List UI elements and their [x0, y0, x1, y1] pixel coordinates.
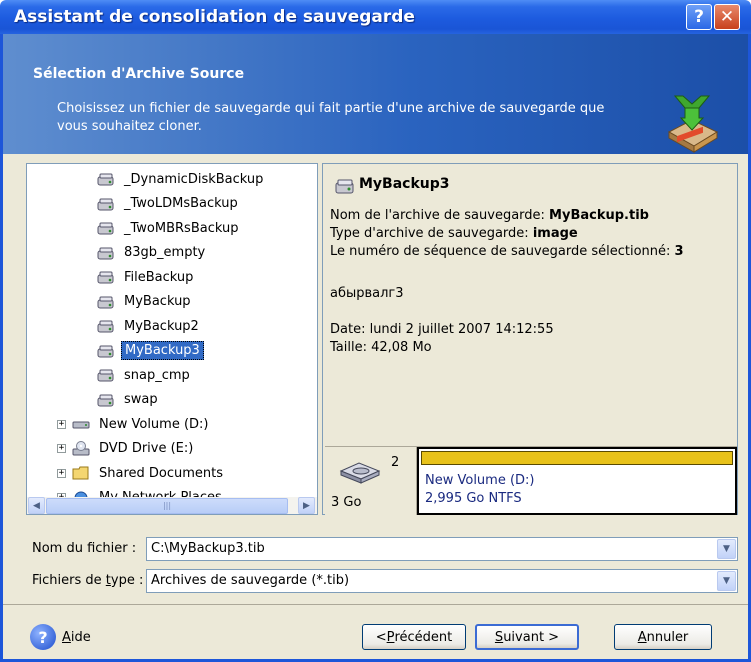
tree-item-label: 83gb_empty	[124, 245, 206, 260]
tree-item-label: DVD Drive (E:)	[99, 441, 194, 456]
tree-item[interactable]: FileBackup	[97, 267, 196, 287]
disk-map: 2 3 Go New Volume (D:) 2,995 Go NTFS	[325, 446, 737, 515]
selected-archive-title: MyBackup3	[359, 176, 450, 192]
tree-item-label: MyBackup3	[121, 341, 204, 360]
disk-number: 2	[391, 455, 400, 470]
cancel-button[interactable]: Annuler	[614, 624, 712, 650]
dvd-drive-icon	[72, 440, 90, 457]
tree-item-label: swap	[124, 392, 158, 407]
help-title-button[interactable]: ?	[686, 4, 712, 30]
archive-comment: абырвалг3	[330, 286, 404, 301]
help-icon[interactable]: ?	[30, 624, 56, 650]
backup-archive-icon	[97, 171, 115, 187]
partition-details: 2,995 Go NTFS	[425, 491, 522, 506]
drive-icon	[72, 416, 90, 432]
tree-item-label: MyBackup2	[124, 318, 199, 334]
tree-item[interactable]: MyBackup2	[97, 316, 202, 336]
filetype-value[interactable]: Archives de sauvegarde (*.tib)	[151, 573, 349, 588]
backup-archive-icon	[335, 179, 354, 194]
backup-archive-icon	[97, 318, 115, 334]
tree-item[interactable]: swap	[97, 390, 161, 410]
scroll-left-button[interactable]: ◀	[28, 497, 45, 514]
tree-item[interactable]: _DynamicDiskBackup	[97, 169, 266, 189]
expand-icon[interactable]: +	[57, 468, 66, 478]
backup-archive-icon	[97, 392, 115, 408]
tree-item[interactable]: MyBackup3	[97, 341, 204, 361]
tree-item[interactable]: + Shared Documents	[57, 463, 226, 483]
tree-item-label: FileBackup	[124, 269, 194, 285]
backup-archive-icon	[97, 220, 115, 236]
next-button[interactable]: Suivant >	[475, 624, 579, 650]
backup-archive-icon	[97, 367, 115, 383]
backup-archive-icon	[97, 269, 115, 285]
disk-size: 3 Go	[331, 495, 362, 510]
tree-item-label: MyBackup	[124, 294, 191, 309]
filename-value[interactable]: C:\MyBackup3.tib	[151, 541, 265, 556]
partition-usage-bar	[421, 451, 733, 465]
hard-disk-icon	[339, 462, 381, 484]
archive-name-line: Nom de l'archive de sauvegarde: MyBackup…	[330, 208, 649, 223]
window-title: Assistant de consolidation de sauvegarde	[14, 7, 415, 27]
tree-item-label: Shared Documents	[99, 465, 224, 481]
tree-item-label: New Volume (D:)	[99, 416, 209, 432]
tree-item[interactable]: + DVD Drive (E:)	[57, 439, 196, 459]
folder-icon	[72, 465, 90, 481]
scroll-right-button[interactable]: ▶	[298, 497, 315, 514]
backup-archive-icon	[97, 196, 115, 212]
archive-type-line: Type d'archive de sauvegarde: image	[330, 226, 578, 241]
expand-icon[interactable]: +	[57, 444, 66, 453]
tree-horizontal-scrollbar[interactable]: ◀ ||| ▶	[27, 497, 317, 514]
filename-combo[interactable]: C:\MyBackup3.tib ▼	[146, 537, 738, 561]
backup-archive-icon	[97, 245, 115, 261]
tree-item-label: snap_cmp	[124, 367, 190, 383]
expand-icon[interactable]: +	[57, 419, 66, 429]
help-link[interactable]: Aide	[62, 630, 91, 645]
consolidation-wizard-icon	[667, 95, 719, 153]
tree-vertical-scrollbar[interactable]: ▲ ▼	[317, 164, 318, 497]
partition-block[interactable]: New Volume (D:) 2,995 Go NTFS	[417, 447, 737, 515]
chevron-down-icon[interactable]: ▼	[717, 571, 736, 591]
archive-date: Date: lundi 2 juillet 2007 14:12:55	[330, 322, 554, 337]
tree-item[interactable]: snap_cmp	[97, 365, 193, 385]
close-window-button[interactable]: ✕	[714, 4, 740, 30]
filename-label: Nom du fichier :	[32, 541, 137, 556]
tree-item-label: _TwoMBRsBackup	[124, 220, 239, 236]
tree-item[interactable]: MyBackup	[97, 292, 194, 312]
chevron-down-icon[interactable]: ▼	[717, 539, 736, 559]
header-title: Sélection d'Archive Source	[33, 66, 245, 82]
disk-summary: 2 3 Go	[325, 447, 417, 515]
header-description: Choisissez un fichier de sauvegarde qui …	[57, 101, 605, 134]
partition-name: New Volume (D:)	[425, 473, 535, 488]
archive-size: Taille: 42,08 Mo	[330, 340, 432, 355]
backup-archive-icon	[97, 343, 115, 359]
horizontal-scroll-thumb[interactable]: |||	[46, 498, 288, 514]
tree-item[interactable]: 83gb_empty	[97, 243, 208, 263]
tree-item[interactable]: _TwoMBRsBackup	[97, 218, 241, 238]
footer-separator	[3, 604, 748, 605]
filetype-combo[interactable]: Archives de sauvegarde (*.tib) ▼	[146, 569, 738, 593]
tree-item[interactable]: + New Volume (D:)	[57, 414, 212, 434]
tree-item[interactable]: _TwoLDMsBackup	[97, 194, 241, 214]
filetype-label: Fichiers de type :	[32, 573, 144, 588]
backup-archive-icon	[97, 294, 115, 310]
previous-button[interactable]: < Précédent	[362, 624, 466, 650]
archive-info-panel: MyBackup3 Nom de l'archive de sauvegarde…	[322, 163, 738, 515]
tree-item-label: _DynamicDiskBackup	[124, 171, 264, 187]
wizard-header: Sélection d'Archive Source Choisissez un…	[3, 34, 748, 154]
tree-item-label: _TwoLDMsBackup	[124, 196, 238, 211]
title-bar: Assistant de consolidation de sauvegarde…	[0, 0, 751, 34]
archive-tree[interactable]: _DynamicDiskBackup _TwoLDMsBackup _TwoMBRs…	[26, 163, 318, 515]
sequence-number-line: Le numéro de séquence de sauvegarde séle…	[330, 244, 684, 259]
